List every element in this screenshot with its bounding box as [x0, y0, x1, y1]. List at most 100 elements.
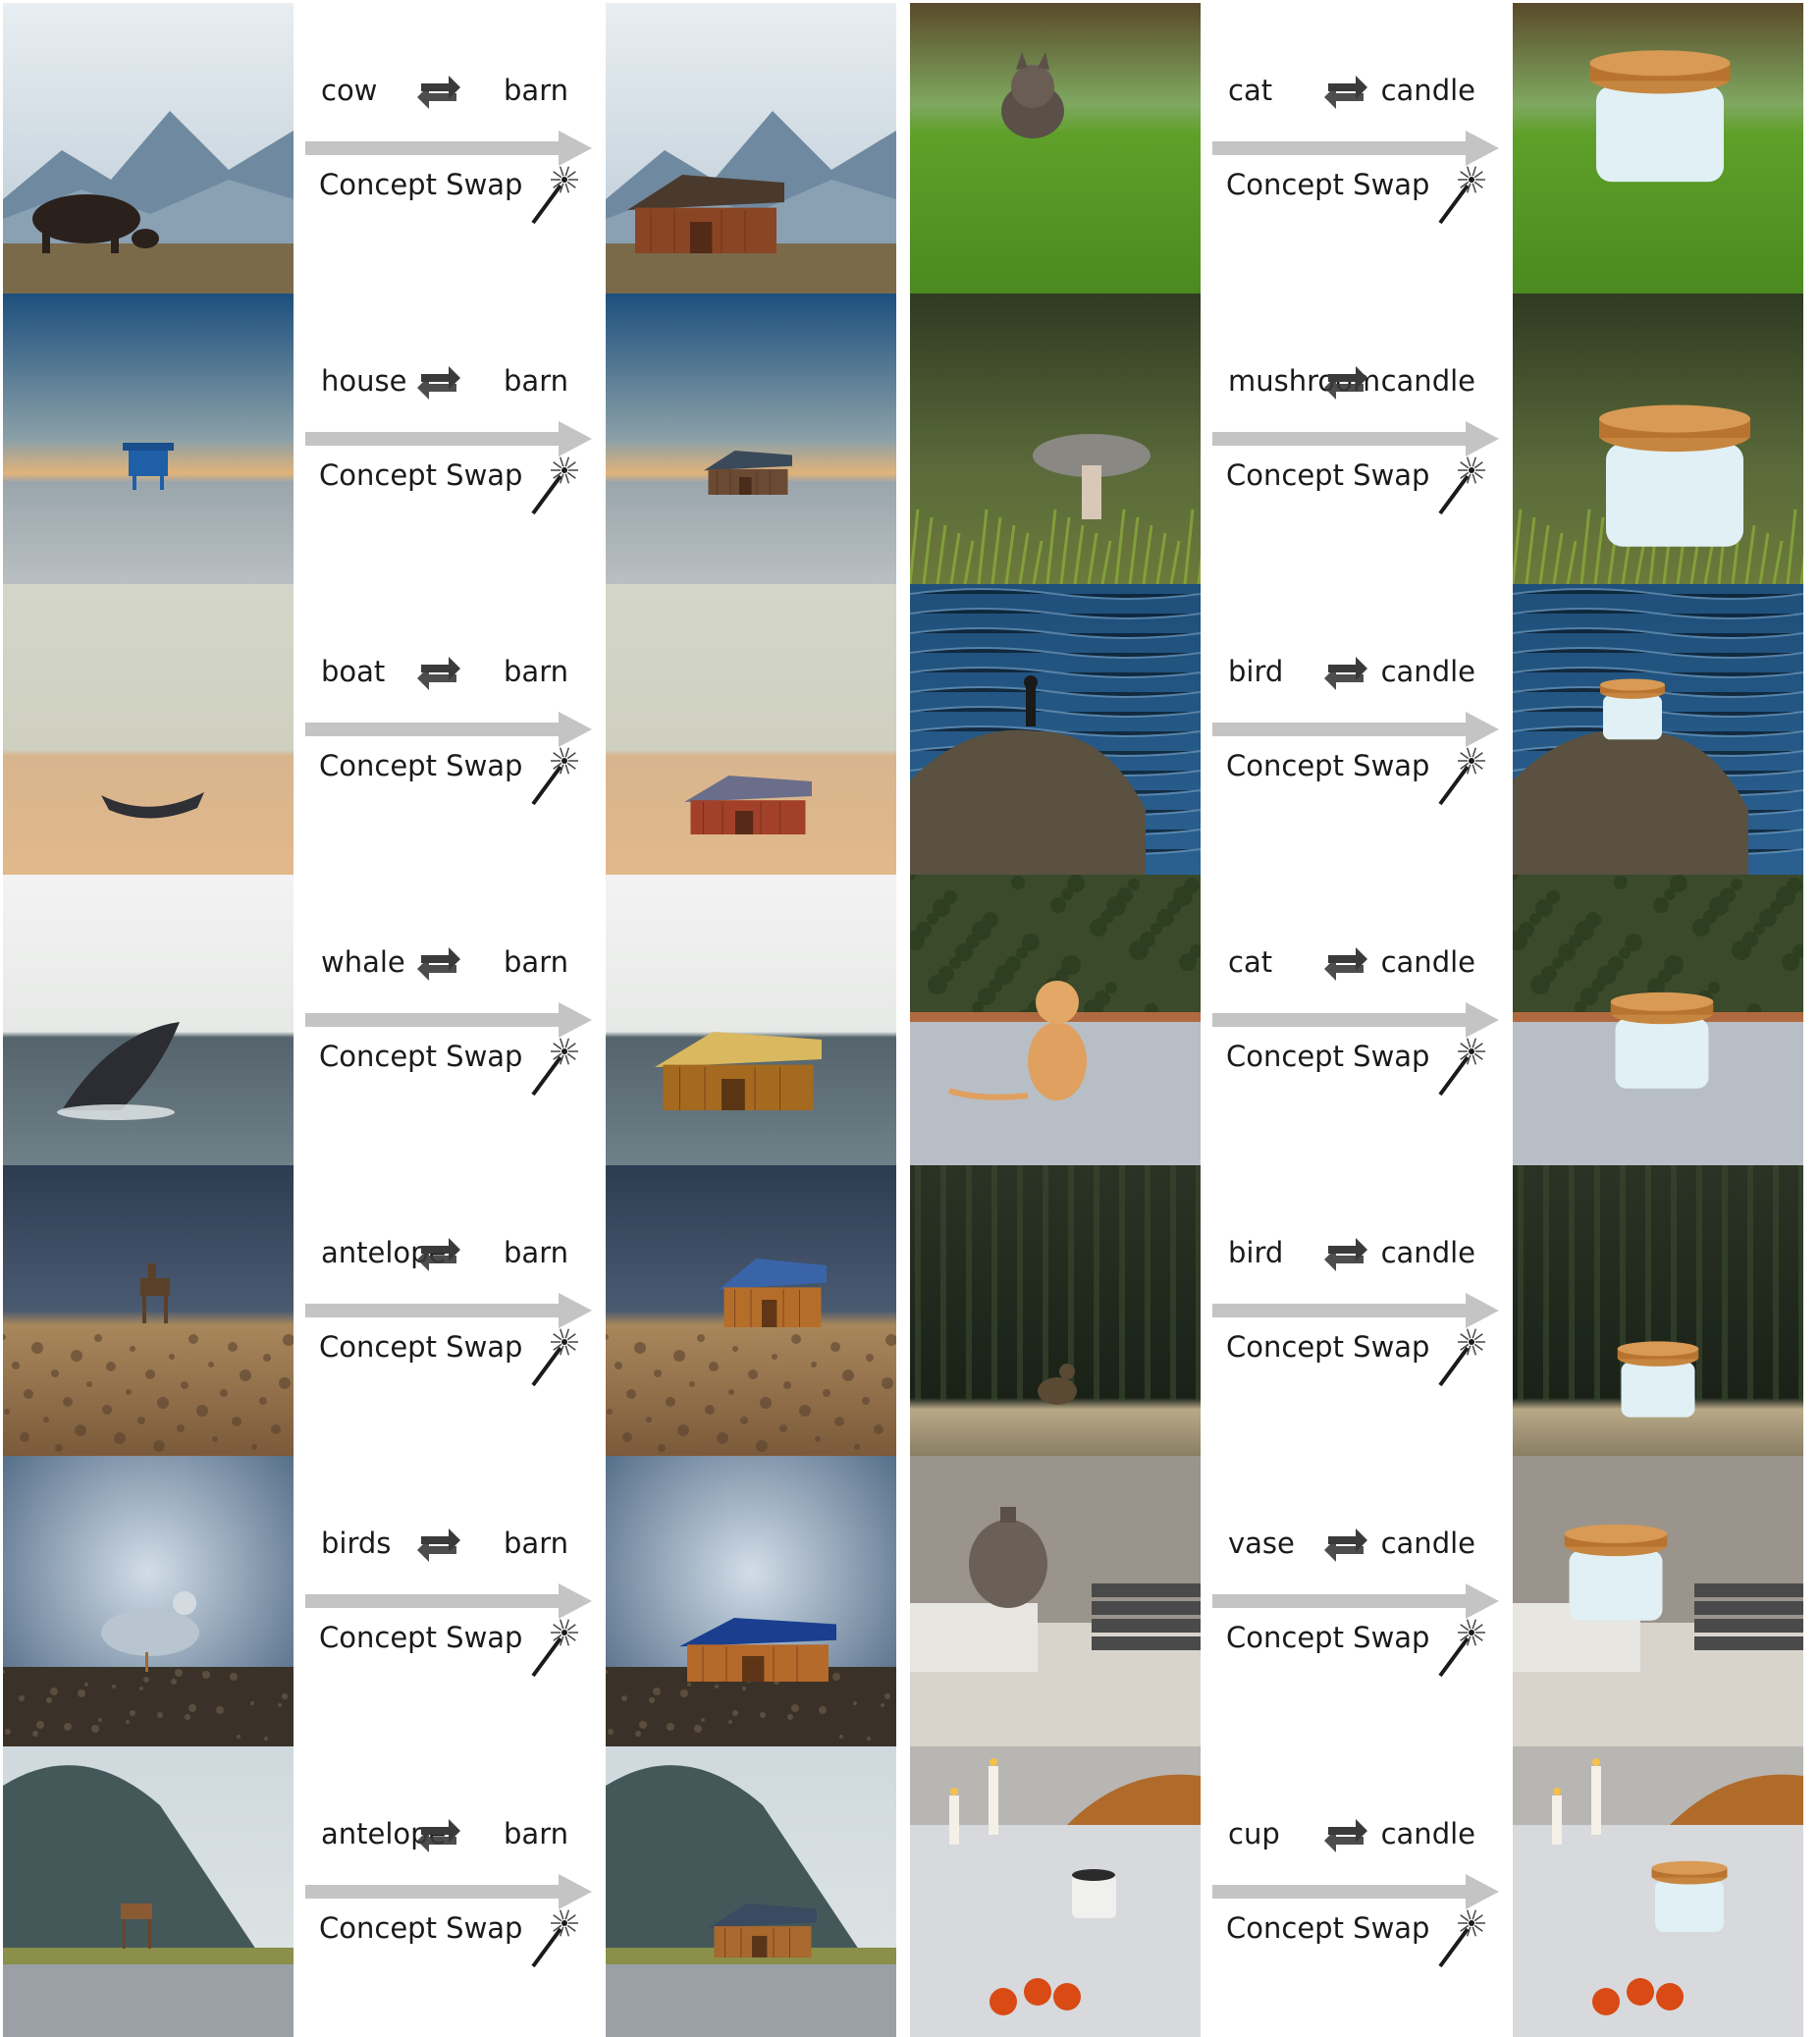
edited-image: [1513, 1165, 1803, 1456]
magic-wand-icon: [1432, 453, 1487, 517]
swap-arrows-icon: [413, 1813, 464, 1858]
magic-wand-icon: [1432, 1324, 1487, 1389]
concept-swap-label: Concept Swap: [319, 1330, 523, 1364]
edited-image: [1513, 875, 1803, 1165]
source-image: [3, 1165, 294, 1456]
swap-row: antelope barn Concept Swap: [0, 1165, 910, 1456]
target-concept: candle: [1380, 364, 1475, 398]
swap-annotation: cow barn Concept Swap: [294, 3, 606, 294]
swap-arrows-icon: [1320, 1232, 1371, 1277]
magic-wand-icon: [525, 1615, 580, 1680]
magic-wand-icon: [1432, 1615, 1487, 1680]
swap-row: boat barn Concept Swap: [0, 584, 910, 875]
concept-swap-label: Concept Swap: [1226, 1621, 1430, 1654]
edited-image: [606, 1746, 896, 2037]
target-concept: barn: [504, 945, 568, 979]
target-concept: candle: [1380, 945, 1475, 979]
swap-annotation: mushroom candle Concept Swap: [1201, 294, 1513, 584]
concept-swap-label: Concept Swap: [1226, 1330, 1430, 1364]
edited-image: [606, 3, 896, 294]
target-concept: candle: [1380, 1527, 1475, 1560]
concept-swap-label: Concept Swap: [1226, 458, 1430, 492]
concept-swap-label: Concept Swap: [319, 1040, 523, 1073]
source-image: [3, 875, 294, 1165]
swap-annotation: bird candle Concept Swap: [1201, 584, 1513, 875]
source-concept: cup: [1228, 1817, 1280, 1850]
swap-row: house barn Concept Swap: [0, 294, 910, 584]
swap-arrows-icon: [413, 1232, 464, 1277]
source-image: [3, 294, 294, 584]
magic-wand-icon: [525, 743, 580, 808]
swap-arrows-icon: [1320, 360, 1371, 405]
magic-wand-icon: [525, 1905, 580, 1970]
swap-row: bird candle Concept Swap: [907, 584, 1817, 875]
concept-swap-label: Concept Swap: [1226, 749, 1430, 782]
swap-arrows-icon: [413, 941, 464, 987]
target-concept: candle: [1380, 74, 1475, 107]
magic-wand-icon: [1432, 743, 1487, 808]
swap-annotation: bird candle Concept Swap: [1201, 1165, 1513, 1456]
target-concept: barn: [504, 1527, 568, 1560]
swap-annotation: antelope barn Concept Swap: [294, 1165, 606, 1456]
source-image: [910, 1456, 1201, 1746]
swap-row: bird candle Concept Swap: [907, 1165, 1817, 1456]
magic-wand-icon: [525, 453, 580, 517]
target-concept: barn: [504, 1236, 568, 1269]
swap-annotation: vase candle Concept Swap: [1201, 1456, 1513, 1746]
concept-swap-label: Concept Swap: [1226, 1911, 1430, 1945]
magic-wand-icon: [1432, 1034, 1487, 1099]
edited-image: [1513, 1746, 1803, 2037]
source-image: [910, 1165, 1201, 1456]
swap-annotation: birds barn Concept Swap: [294, 1456, 606, 1746]
concept-swap-figure: cow barn Concept Swap house barn Concept…: [0, 0, 1820, 2037]
edited-image: [606, 294, 896, 584]
source-image: [910, 294, 1201, 584]
source-image: [3, 1746, 294, 2037]
swap-annotation: antelope barn Concept Swap: [294, 1746, 606, 2037]
concept-swap-label: Concept Swap: [319, 168, 523, 201]
source-concept: vase: [1228, 1527, 1295, 1560]
concept-swap-label: Concept Swap: [319, 749, 523, 782]
edited-image: [606, 584, 896, 875]
swap-annotation: boat barn Concept Swap: [294, 584, 606, 875]
swap-row: cat candle Concept Swap: [907, 875, 1817, 1165]
concept-swap-label: Concept Swap: [319, 458, 523, 492]
magic-wand-icon: [525, 1324, 580, 1389]
candle-column: cat candle Concept Swap mushroom candle …: [907, 0, 1817, 2037]
swap-row: antelope barn Concept Swap: [0, 1746, 910, 2037]
magic-wand-icon: [525, 162, 580, 227]
barn-column: cow barn Concept Swap house barn Concept…: [0, 0, 910, 2037]
swap-row: mushroom candle Concept Swap: [907, 294, 1817, 584]
swap-row: cat candle Concept Swap: [907, 3, 1817, 294]
concept-swap-label: Concept Swap: [319, 1621, 523, 1654]
source-concept: cow: [321, 74, 378, 107]
concept-swap-label: Concept Swap: [1226, 1040, 1430, 1073]
source-concept: boat: [321, 655, 386, 688]
source-image: [3, 3, 294, 294]
source-concept: house: [321, 364, 407, 398]
swap-row: vase candle Concept Swap: [907, 1456, 1817, 1746]
edited-image: [1513, 3, 1803, 294]
swap-arrows-icon: [413, 360, 464, 405]
swap-annotation: whale barn Concept Swap: [294, 875, 606, 1165]
source-concept: bird: [1228, 655, 1284, 688]
edited-image: [606, 1165, 896, 1456]
target-concept: barn: [504, 655, 568, 688]
concept-swap-label: Concept Swap: [319, 1911, 523, 1945]
edited-image: [1513, 1456, 1803, 1746]
target-concept: barn: [504, 364, 568, 398]
source-image: [910, 1746, 1201, 2037]
swap-row: cup candle Concept Swap: [907, 1746, 1817, 2037]
concept-swap-label: Concept Swap: [1226, 168, 1430, 201]
edited-image: [606, 1456, 896, 1746]
swap-arrows-icon: [413, 651, 464, 696]
target-concept: candle: [1380, 1817, 1475, 1850]
source-image: [910, 875, 1201, 1165]
source-image: [910, 3, 1201, 294]
source-image: [910, 584, 1201, 875]
swap-arrows-icon: [1320, 70, 1371, 115]
swap-arrows-icon: [413, 1523, 464, 1568]
source-concept: cat: [1228, 945, 1273, 979]
source-concept: whale: [321, 945, 405, 979]
swap-annotation: cup candle Concept Swap: [1201, 1746, 1513, 2037]
